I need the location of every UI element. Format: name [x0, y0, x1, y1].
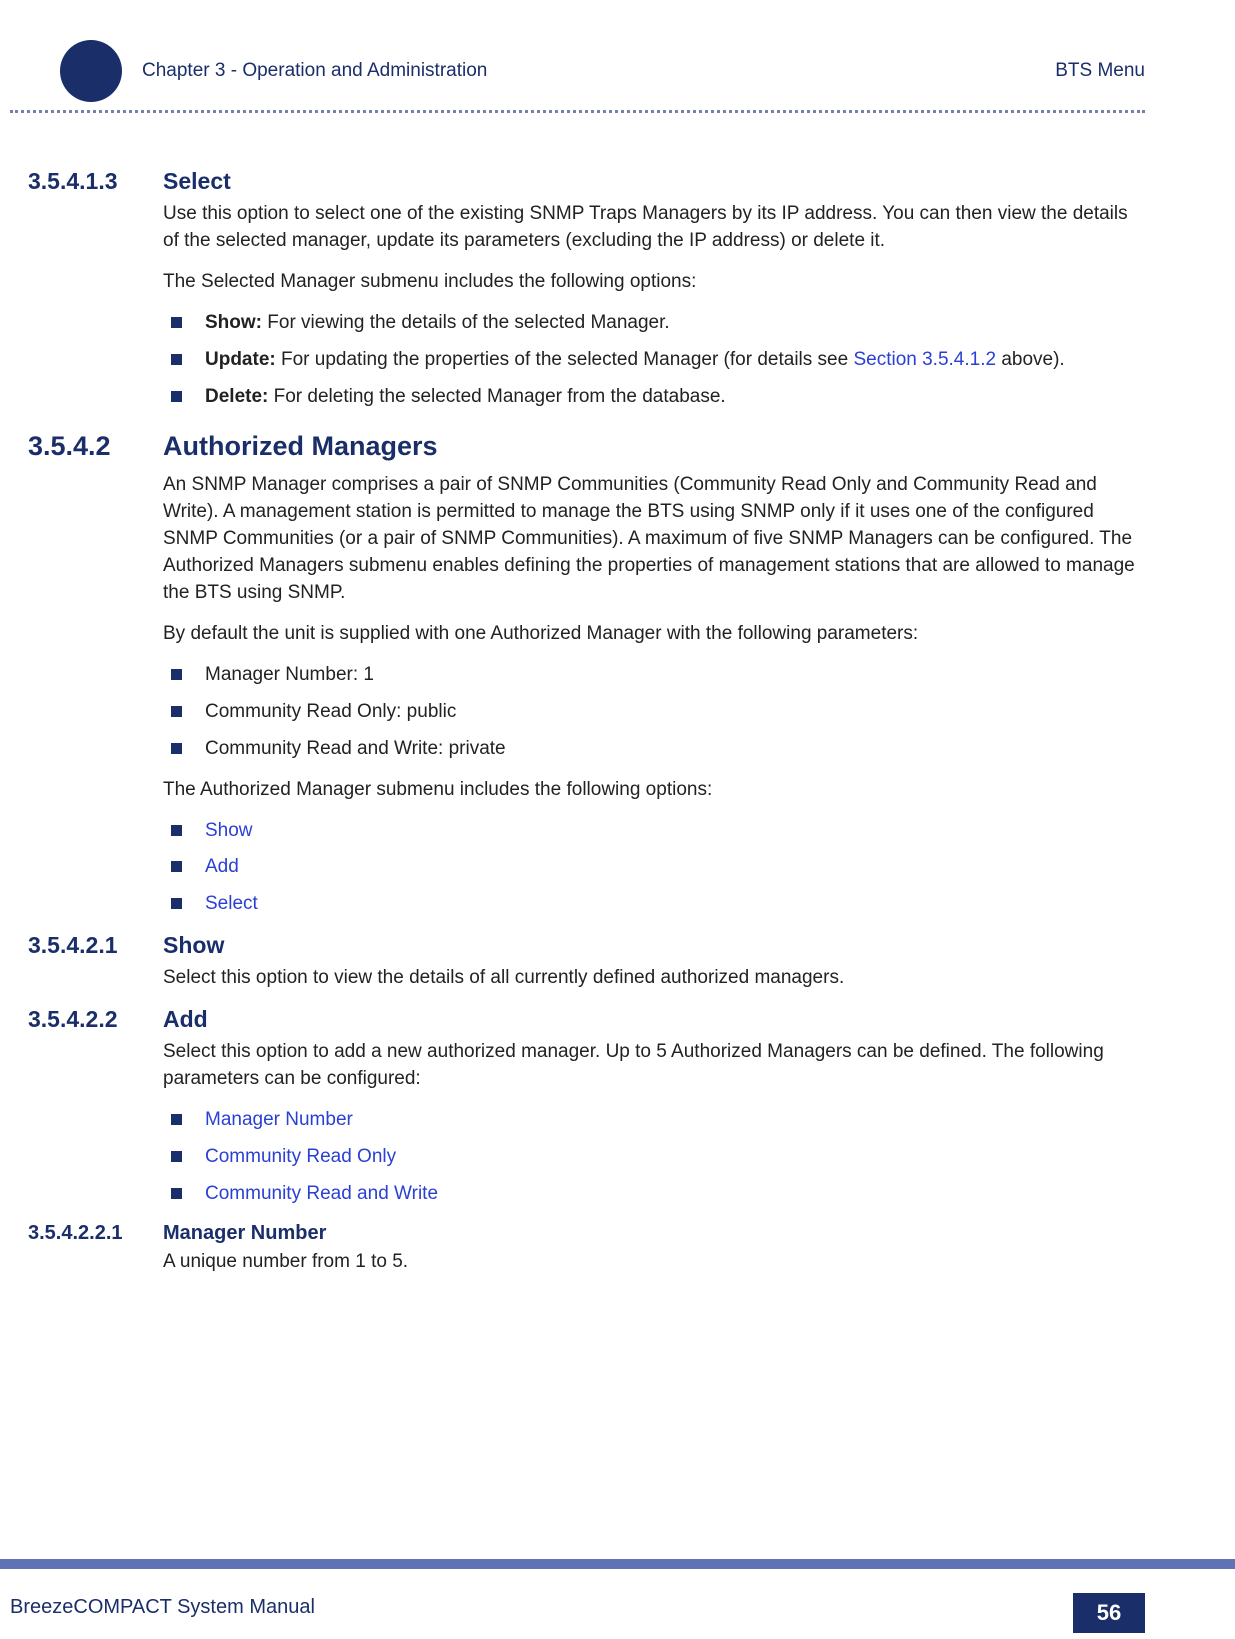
link-show[interactable]: Show [205, 820, 253, 841]
heading-text: Select [163, 168, 1145, 195]
heading-manager-number: 3.5.4.2.2.1 Manager Number [28, 1222, 1145, 1245]
text: For viewing the details of the selected … [262, 312, 670, 333]
list-item: Community Read Only: public [163, 699, 1123, 726]
list-item: Manager Number [163, 1107, 1123, 1134]
para: A unique number from 1 to 5. [163, 1249, 1145, 1276]
para: The Authorized Manager submenu includes … [163, 777, 1145, 804]
params-list: Manager Number Community Read Only Commu… [163, 1107, 1145, 1208]
link-community-read-write[interactable]: Community Read and Write [205, 1183, 438, 1204]
label-update: Update: [205, 349, 276, 370]
list-item: Select [163, 891, 1123, 918]
manual-title: BreezeCOMPACT System Manual [10, 1596, 315, 1619]
para: By default the unit is supplied with one… [163, 621, 1145, 648]
heading-authorized-managers: 3.5.4.2 Authorized Managers [28, 431, 1145, 462]
link-community-read-only[interactable]: Community Read Only [205, 1146, 396, 1167]
heading-number: 3.5.4.2.2.1 [28, 1222, 163, 1245]
heading-number: 3.5.4.2 [28, 431, 163, 462]
footer-bar [0, 1559, 1235, 1569]
list-item: Show [163, 818, 1123, 845]
list-item: Manager Number: 1 [163, 662, 1123, 689]
heading-text: Manager Number [163, 1222, 1145, 1245]
header-divider [10, 110, 1145, 113]
options-list: Show: For viewing the details of the sel… [163, 310, 1145, 411]
list-item: Show: For viewing the details of the sel… [163, 310, 1123, 337]
chapter-title: Chapter 3 - Operation and Administration [142, 60, 487, 82]
para: The Selected Manager submenu includes th… [163, 269, 1145, 296]
heading-number: 3.5.4.2.1 [28, 932, 163, 959]
text: Manager Number: 1 [205, 664, 374, 685]
heading-add: 3.5.4.2.2 Add [28, 1006, 1145, 1033]
page-number: 56 [1073, 1593, 1145, 1633]
list-item: Community Read and Write [163, 1181, 1123, 1208]
link-manager-number[interactable]: Manager Number [205, 1109, 353, 1130]
para: Select this option to add a new authoriz… [163, 1039, 1145, 1093]
text: Community Read Only: public [205, 701, 456, 722]
text: above). [996, 349, 1065, 370]
list-item: Add [163, 854, 1123, 881]
label-delete: Delete: [205, 386, 268, 407]
defaults-list: Manager Number: 1 Community Read Only: p… [163, 662, 1145, 763]
heading-number: 3.5.4.1.3 [28, 168, 163, 195]
heading-text: Authorized Managers [163, 431, 1145, 462]
para: An SNMP Manager comprises a pair of SNMP… [163, 472, 1145, 607]
text: For deleting the selected Manager from t… [268, 386, 725, 407]
list-item: Delete: For deleting the selected Manage… [163, 384, 1123, 411]
heading-text: Show [163, 932, 1145, 959]
heading-text: Add [163, 1006, 1145, 1033]
link-select[interactable]: Select [205, 893, 258, 914]
submenu-options-list: Show Add Select [163, 818, 1145, 919]
label-show: Show: [205, 312, 262, 333]
list-item: Update: For updating the properties of t… [163, 347, 1123, 374]
heading-select: 3.5.4.1.3 Select [28, 168, 1145, 195]
heading-show: 3.5.4.2.1 Show [28, 932, 1145, 959]
list-item: Community Read and Write: private [163, 736, 1123, 763]
text: For updating the properties of the selec… [276, 349, 854, 370]
link-section-ref[interactable]: Section 3.5.4.1.2 [853, 349, 996, 370]
heading-number: 3.5.4.2.2 [28, 1006, 163, 1033]
text: Community Read and Write: private [205, 738, 506, 759]
list-item: Community Read Only [163, 1144, 1123, 1171]
logo-icon [60, 40, 122, 102]
page-header: Chapter 3 - Operation and Administration… [10, 40, 1145, 102]
link-add[interactable]: Add [205, 856, 239, 877]
menu-title: BTS Menu [1055, 60, 1145, 82]
para: Use this option to select one of the exi… [163, 201, 1145, 255]
para: Select this option to view the details o… [163, 965, 1145, 992]
